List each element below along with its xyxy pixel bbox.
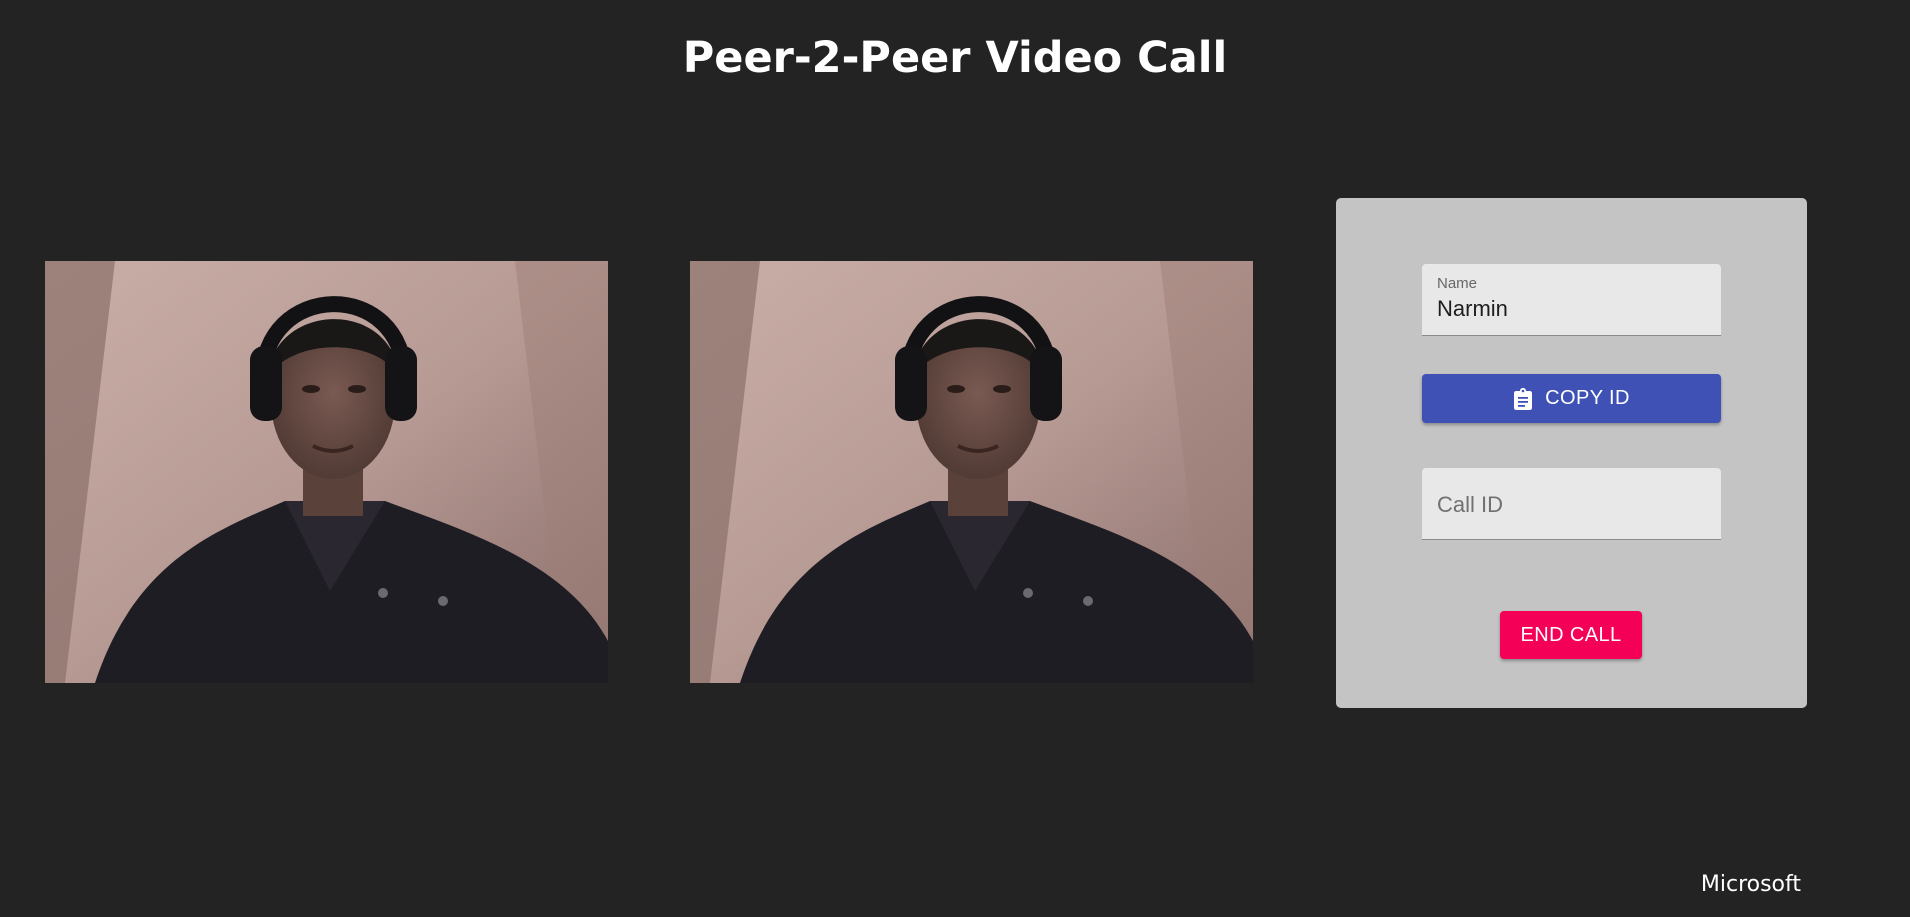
clipboard-icon <box>1514 387 1533 410</box>
my-video <box>45 261 608 683</box>
user-video <box>690 261 1253 683</box>
name-field-label: Name <box>1437 275 1478 292</box>
camera-feed-image <box>690 261 1253 683</box>
page-title: Peer-2-Peer Video Call <box>682 33 1228 83</box>
camera-feed-image <box>45 261 608 683</box>
name-field[interactable]: Name <box>1422 264 1721 336</box>
call-id-input[interactable] <box>1437 492 1707 518</box>
name-input[interactable] <box>1437 296 1707 322</box>
call-control-panel: Name COPY ID END CALL <box>1336 198 1807 708</box>
call-id-field[interactable] <box>1422 468 1721 540</box>
copy-id-button[interactable]: COPY ID <box>1422 374 1721 423</box>
end-call-label: END CALL <box>1520 623 1622 646</box>
footer-text: Microsoft <box>1700 872 1801 897</box>
copy-id-label: COPY ID <box>1545 387 1630 409</box>
app-root: Peer-2-Peer Video Call Name Narmin COPY … <box>0 0 1910 917</box>
end-call-button[interactable]: END CALL <box>1500 611 1642 659</box>
